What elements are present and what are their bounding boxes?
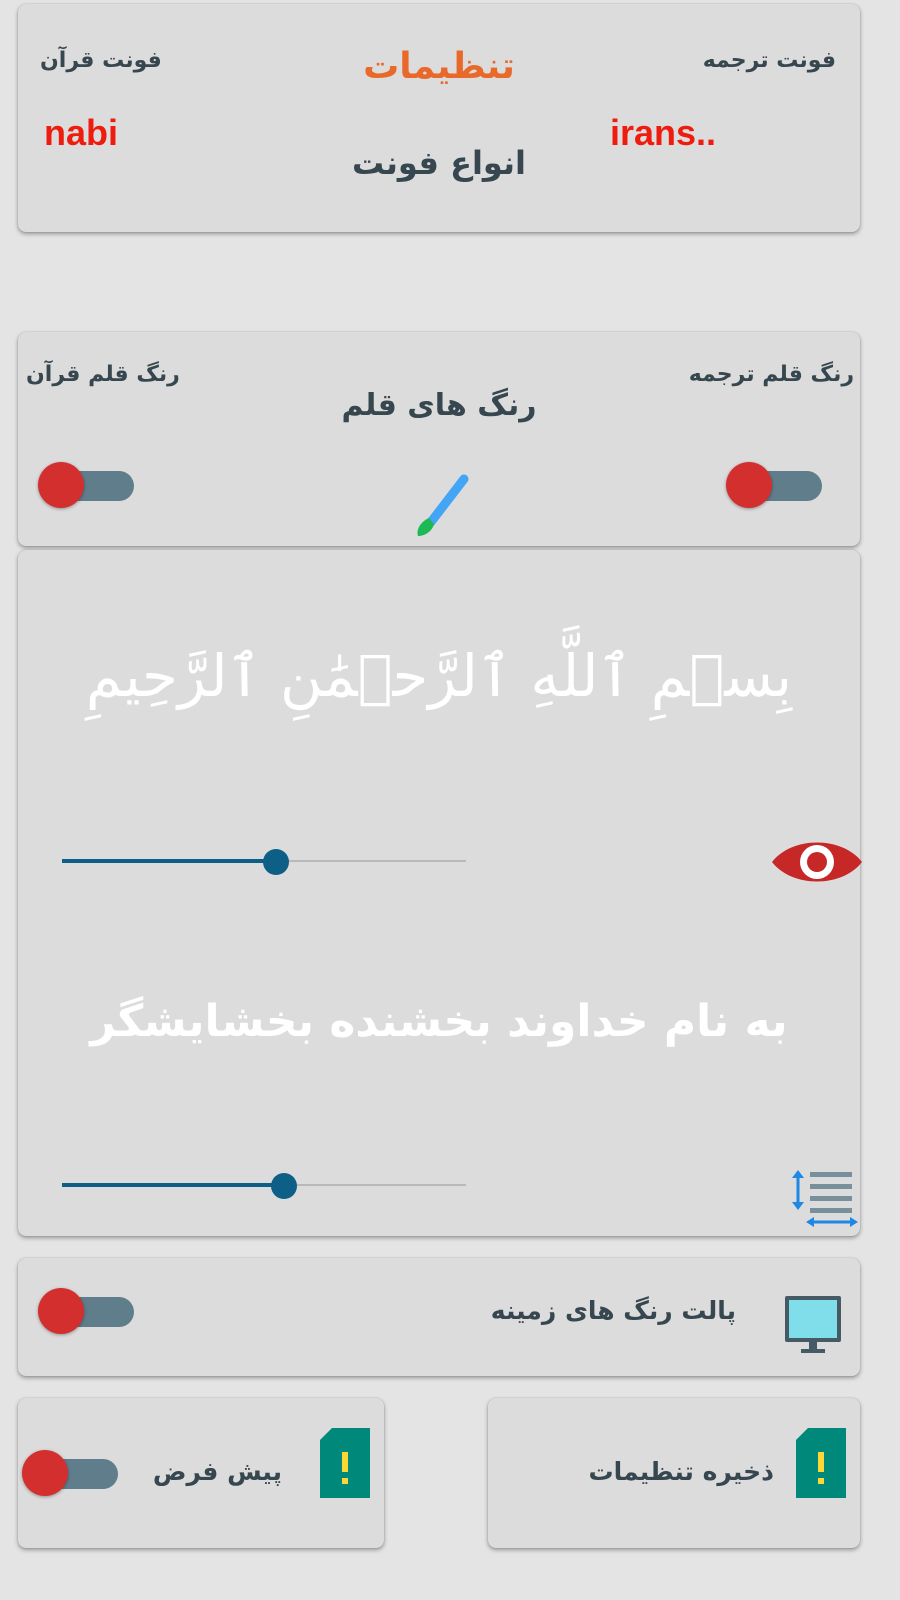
paint-brush-icon[interactable] — [412, 472, 472, 544]
translation-pen-label: رنگ قلم ترجمه — [688, 362, 854, 387]
translation-preview-text: به نام خداوند بخشنده بخشایشگر — [90, 996, 788, 1047]
default-settings-toggle[interactable] — [22, 1450, 122, 1496]
default-settings-card[interactable]: پیش فرض — [18, 1398, 384, 1548]
font-types-subtitle: انواع فونت — [352, 144, 526, 182]
sim-card-alert-icon — [318, 1428, 372, 1500]
background-palette-toggle[interactable] — [38, 1288, 138, 1334]
arabic-font-size-slider[interactable] — [62, 846, 466, 876]
sim-card-alert-icon — [794, 1428, 848, 1500]
translation-font-size-slider[interactable] — [62, 1170, 466, 1200]
default-label: پیش فرض — [152, 1457, 282, 1486]
quran-font-label: فونت قرآن — [40, 48, 162, 73]
translation-font-label: فونت ترجمه — [702, 48, 836, 73]
background-palette-label: پالت رنگ های زمینه — [490, 1296, 736, 1325]
translation-pen-color-toggle[interactable] — [726, 462, 826, 508]
font-settings-card: تنظیمات فونت ترجمه فونت قرآن nabi irans.… — [18, 4, 860, 232]
save-settings-label: ذخیره تنظیمات — [588, 1457, 775, 1486]
arabic-preview-text: بِسۡمِ ٱللَّهِ ٱلرَّحۡمَٰنِ ٱلرَّحِيمِ — [85, 642, 793, 710]
background-palette-card: پالت رنگ های زمینه — [18, 1258, 860, 1376]
monitor-icon — [784, 1294, 844, 1358]
preview-card: بِسۡمِ ٱللَّهِ ٱلرَّحۡمَٰنِ ٱلرَّحِيمِ ب… — [18, 550, 862, 1236]
quran-pen-color-toggle[interactable] — [38, 462, 138, 508]
line-spacing-icon[interactable] — [788, 1168, 858, 1230]
eye-icon[interactable] — [770, 834, 864, 890]
save-settings-card[interactable]: ذخیره تنظیمات — [488, 1398, 860, 1548]
pen-colors-title: رنگ های قلم — [341, 388, 537, 423]
quran-pen-label: رنگ قلم قرآن — [26, 362, 180, 387]
pen-colors-card: رنگ های قلم رنگ قلم ترجمه رنگ قلم قرآن — [18, 332, 860, 546]
